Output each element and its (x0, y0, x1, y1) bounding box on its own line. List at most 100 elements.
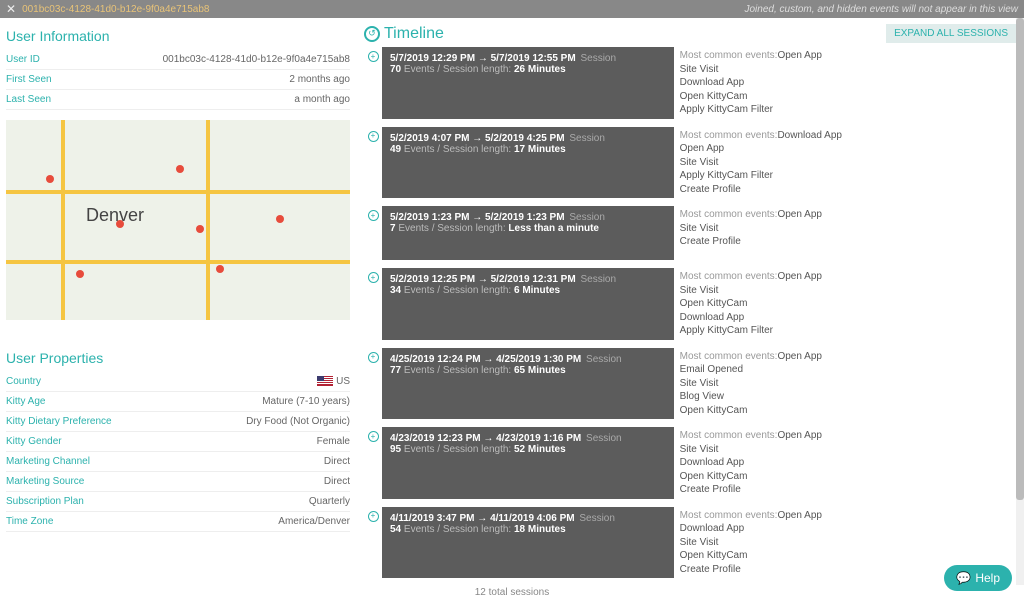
property-label: Country (6, 376, 41, 387)
event-name: Create Profile (680, 236, 741, 247)
event-name: Download App (680, 77, 745, 88)
session-label: Session (567, 133, 605, 144)
property-label: Kitty Age (6, 396, 45, 407)
property-row: Time Zone America/Denver (6, 512, 350, 532)
help-button[interactable]: 💬 Help (944, 565, 1012, 591)
scrollbar[interactable] (1016, 18, 1024, 585)
property-value: Mature (7-10 years) (262, 396, 350, 407)
session-length-word: / Session length: (437, 285, 514, 296)
events-word: Events (396, 223, 432, 234)
event-name: Site Visit (680, 285, 719, 296)
session-row: +5/2/2019 1:23 PM → 5/2/2019 1:23 PM Ses… (364, 206, 1016, 260)
session-label: Session (578, 53, 616, 64)
session-time-range: 5/2/2019 1:23 PM → 5/2/2019 1:23 PM (390, 212, 565, 223)
session-time-range: 5/7/2019 12:29 PM → 5/7/2019 12:55 PM (390, 53, 576, 64)
session-length: Less than a minute (508, 223, 599, 234)
topbar-user-id: 001bc03c-4128-41d0-b12e-9f0a4e715ab8 (22, 4, 209, 15)
session-summary[interactable]: 4/23/2019 12:23 PM → 4/23/2019 1:16 PM S… (382, 427, 674, 499)
session-row: +5/2/2019 12:25 PM → 5/2/2019 12:31 PM S… (364, 268, 1016, 340)
info-row: Last Seen a month ago (6, 90, 350, 110)
session-length: 52 Minutes (514, 444, 566, 455)
events-word: Events (401, 64, 437, 75)
event-name: Open App (777, 50, 821, 61)
map-marker-icon (116, 220, 124, 228)
map-marker-icon (76, 270, 84, 278)
property-value: Dry Food (Not Organic) (246, 416, 350, 427)
property-value: Direct (324, 456, 350, 467)
session-length: 65 Minutes (514, 365, 566, 376)
top-bar: ✕ 001bc03c-4128-41d0-b12e-9f0a4e715ab8 J… (0, 0, 1024, 18)
property-label: Kitty Gender (6, 436, 62, 447)
session-length-word: / Session length: (437, 144, 514, 155)
most-common-label: Most common events: (680, 130, 778, 141)
most-common-label: Most common events: (680, 351, 778, 362)
user-props-heading: User Properties (6, 350, 350, 366)
expand-session-button[interactable]: + (368, 210, 379, 221)
property-row: CountryUS (6, 372, 350, 392)
help-label: Help (975, 571, 1000, 585)
expand-session-button[interactable]: + (368, 51, 379, 62)
event-name: Create Profile (680, 184, 741, 195)
session-summary[interactable]: 5/2/2019 12:25 PM → 5/2/2019 12:31 PM Se… (382, 268, 674, 340)
expand-session-button[interactable]: + (368, 511, 379, 522)
info-label: Last Seen (6, 94, 51, 105)
right-panel: ↺ Timeline EXPAND ALL SESSIONS +5/7/2019… (356, 18, 1024, 585)
event-name: Open KittyCam (680, 471, 748, 482)
event-name: Download App (680, 523, 745, 534)
event-name: Site Visit (680, 64, 719, 75)
event-name: Open App (680, 143, 724, 154)
expand-session-button[interactable]: + (368, 352, 379, 363)
event-name: Apply KittyCam Filter (680, 170, 773, 181)
event-name: Apply KittyCam Filter (680, 104, 773, 115)
event-name: Open App (777, 351, 821, 362)
session-common-events: Most common events:Open AppEmail OpenedS… (674, 348, 1016, 420)
timeline-title: Timeline (384, 25, 444, 43)
close-icon[interactable]: ✕ (6, 2, 16, 16)
property-label: Time Zone (6, 516, 53, 527)
event-name: Open App (777, 271, 821, 282)
map-marker-icon (176, 165, 184, 173)
most-common-label: Most common events: (680, 50, 778, 61)
expand-all-button[interactable]: EXPAND ALL SESSIONS (886, 24, 1016, 43)
property-label: Marketing Channel (6, 456, 90, 467)
info-row: User ID001bc03c-4128-41d0-b12e-9f0a4e715… (6, 50, 350, 70)
expand-session-button[interactable]: + (368, 272, 379, 283)
session-row: +4/11/2019 3:47 PM → 4/11/2019 4:06 PM S… (364, 507, 1016, 579)
session-label: Session (567, 212, 605, 223)
session-event-count: 54 (390, 524, 401, 535)
map[interactable]: Denver (6, 120, 350, 320)
expand-session-button[interactable]: + (368, 131, 379, 142)
info-label: User ID (6, 54, 40, 65)
session-length-word: / Session length: (437, 64, 514, 75)
total-sessions: 12 total sessions (0, 585, 1024, 600)
event-name: Download App (680, 457, 745, 468)
event-name: Open KittyCam (680, 550, 748, 561)
session-length: 26 Minutes (514, 64, 566, 75)
session-summary[interactable]: 5/7/2019 12:29 PM → 5/7/2019 12:55 PM Se… (382, 47, 674, 119)
session-row: +5/2/2019 4:07 PM → 5/2/2019 4:25 PM Ses… (364, 127, 1016, 199)
scrollbar-thumb[interactable] (1016, 18, 1024, 500)
session-common-events: Most common events:Open App Site Visit Dow… (674, 47, 1016, 119)
session-row: +5/7/2019 12:29 PM → 5/7/2019 12:55 PM S… (364, 47, 1016, 119)
event-name: Site Visit (680, 378, 719, 389)
session-summary[interactable]: 4/25/2019 12:24 PM → 4/25/2019 1:30 PM S… (382, 348, 674, 420)
property-value: America/Denver (278, 516, 350, 527)
session-common-events: Most common events:Open AppSite VisitCre… (674, 206, 1016, 260)
events-word: Events (401, 365, 437, 376)
session-summary[interactable]: 5/2/2019 1:23 PM → 5/2/2019 1:23 PM Sess… (382, 206, 674, 260)
session-time-range: 5/2/2019 12:25 PM → 5/2/2019 12:31 PM (390, 274, 576, 285)
event-name: Site Visit (680, 537, 719, 548)
event-name: Create Profile (680, 564, 741, 575)
expand-session-button[interactable]: + (368, 431, 379, 442)
property-row: Kitty Gender Female (6, 432, 350, 452)
info-value: 2 months ago (289, 74, 350, 85)
property-row: Kitty Age Mature (7-10 years) (6, 392, 350, 412)
map-marker-icon (46, 175, 54, 183)
session-summary[interactable]: 4/11/2019 3:47 PM → 4/11/2019 4:06 PM Se… (382, 507, 674, 579)
property-value: Female (317, 436, 350, 447)
info-value: a month ago (294, 94, 350, 105)
session-summary[interactable]: 5/2/2019 4:07 PM → 5/2/2019 4:25 PM Sess… (382, 127, 674, 199)
most-common-label: Most common events: (680, 271, 778, 282)
topbar-notice: Joined, custom, and hidden events will n… (745, 4, 1019, 15)
session-time-range: 4/25/2019 12:24 PM → 4/25/2019 1:30 PM (390, 354, 581, 365)
